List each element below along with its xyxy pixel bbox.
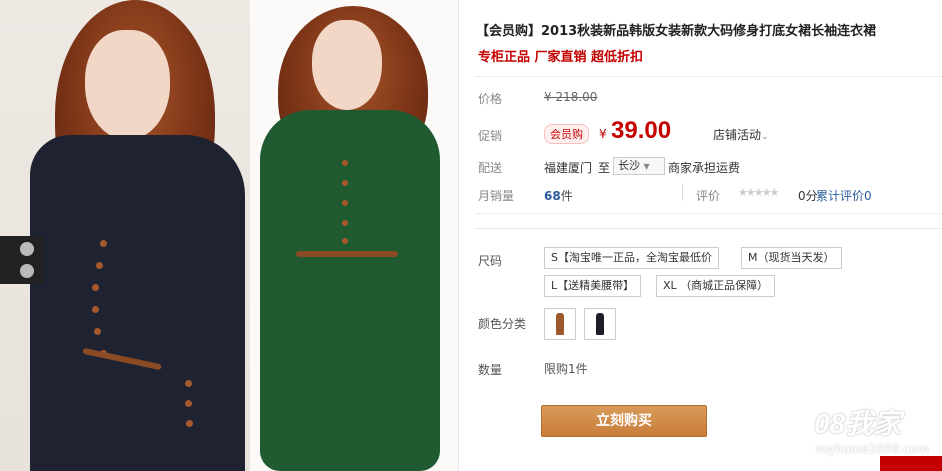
ship-from: 福建厦门 [544, 161, 593, 175]
chevron-down-icon: ⌄ [761, 132, 769, 142]
rating-divider [682, 183, 683, 201]
destination-city-select[interactable]: 长沙 ▼ [613, 157, 665, 175]
promo-label: 促销 [478, 129, 503, 143]
color-label: 颜色分类 [478, 317, 527, 331]
original-price-label: 价格 [478, 92, 503, 106]
rating-label: 评价 [696, 189, 721, 203]
rating-score: 0分 [798, 189, 818, 203]
house-logo-icon [742, 403, 812, 455]
product-photo-gallery[interactable] [0, 0, 458, 471]
destination-city: 长沙 [618, 159, 640, 172]
review-count-link[interactable]: 累计评价0 [816, 187, 872, 204]
rating-stars-icon: ★★★★★ [738, 186, 779, 199]
gallery-nav-handle[interactable] [0, 236, 44, 284]
sales-count: 68 [544, 189, 561, 203]
dress-thumbnail-icon [596, 313, 604, 335]
color-option-brown[interactable] [544, 308, 576, 340]
product-subtitle: 专柜正品 厂家直销 超低折扣 [478, 50, 644, 65]
corner-tag [880, 456, 942, 471]
price-box: 价格 ¥ 218.00 促销 会员购 ¥ 39.00 店铺活动⌄ 配送 福建厦门… [476, 76, 942, 214]
ship-to-label: 至 [598, 161, 611, 175]
currency-symbol: ¥ [599, 127, 607, 141]
original-price: ¥ 218.00 [544, 90, 598, 104]
caret-down-icon: ▼ [643, 162, 650, 171]
member-badge: 会员购 [544, 124, 589, 144]
dress-thumbnail-icon [556, 313, 564, 335]
size-option-s[interactable]: S【淘宝唯一正品，全淘宝最低价 [544, 247, 719, 269]
column-divider [458, 0, 459, 471]
size-label: 尺码 [478, 254, 503, 268]
monthly-sales-label: 月销量 [478, 189, 515, 203]
quantity-label: 数量 [478, 363, 503, 377]
color-option-black[interactable] [584, 308, 616, 340]
options-divider [476, 228, 942, 229]
shipping-label: 配送 [478, 161, 503, 175]
sales-unit: 件 [560, 189, 573, 203]
watermark-text: 08我家 [814, 408, 902, 439]
size-option-xl[interactable]: XL （商城正品保障） [656, 275, 776, 297]
watermark-url: myhome2008.com [816, 442, 929, 456]
buy-now-button[interactable]: 立刻购买 [541, 405, 707, 437]
size-option-l[interactable]: L【送精美腰带】 [544, 275, 642, 297]
store-promo-dropdown[interactable]: 店铺活动⌄ [713, 126, 769, 143]
product-photo-green-dress [250, 0, 458, 471]
promo-price: 39.00 [611, 117, 672, 144]
freight-info: 商家承担运费 [668, 161, 741, 175]
monthly-sales: 68件 [544, 187, 573, 204]
size-option-m[interactable]: M（现货当天发） [741, 247, 842, 269]
quantity-limit: 限购1件 [544, 362, 588, 376]
store-promo-label: 店铺活动 [713, 128, 762, 142]
product-title: 【会员购】2013秋装新品韩版女装新款大码修身打底女裙长袖连衣裙 [476, 24, 877, 39]
